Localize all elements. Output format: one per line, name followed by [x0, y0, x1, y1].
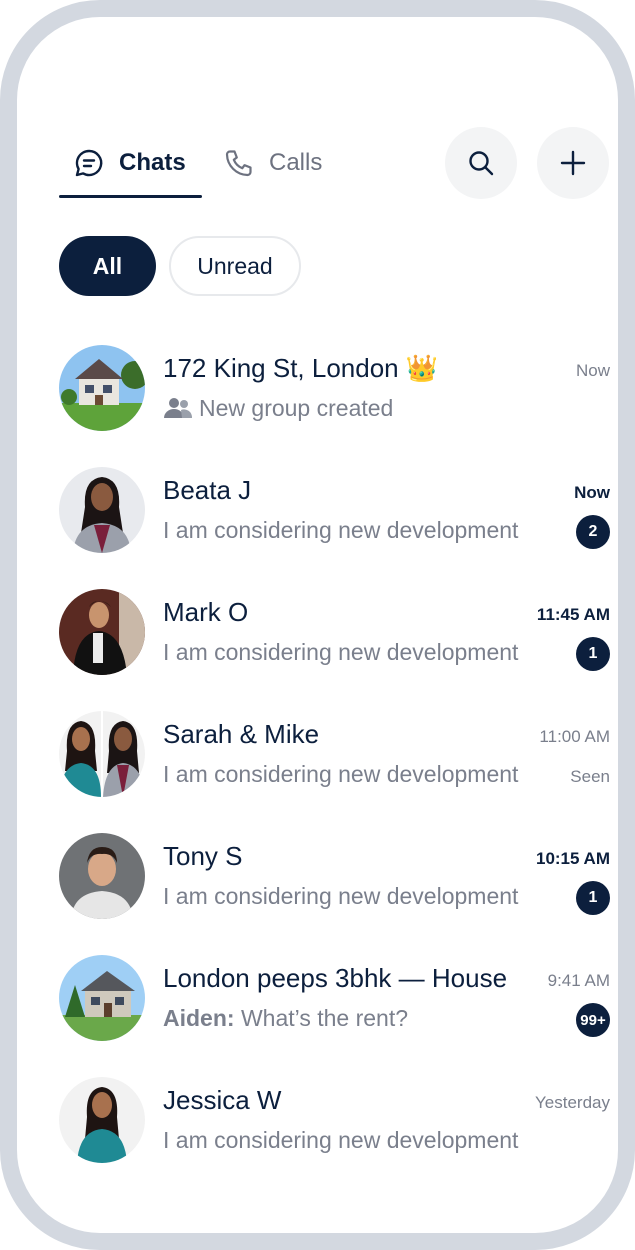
phone-icon	[223, 147, 255, 179]
tab-calls[interactable]: Calls	[223, 127, 322, 199]
chat-name: Tony S	[163, 841, 243, 871]
tab-calls-label: Calls	[269, 149, 323, 176]
crown-emoji: 👑	[405, 353, 439, 383]
avatar	[59, 955, 145, 1041]
chat-preview-text: What’s the rent?	[240, 1005, 409, 1031]
tab-chats[interactable]: Chats	[73, 127, 186, 199]
unread-badge: 99+	[576, 1003, 610, 1037]
chat-time: 11:45 AM	[536, 605, 610, 624]
plus-icon	[558, 148, 588, 178]
chat-time: Now	[574, 483, 610, 502]
chat-time: 10:15 AM	[535, 849, 610, 868]
chat-item-172-king-st[interactable]: 172 King St, London 👑 New group created …	[59, 345, 610, 435]
unread-badge: 1	[576, 881, 610, 915]
chat-name: Sarah & Mike	[163, 719, 320, 749]
tab-chats-label: Chats	[119, 149, 186, 176]
chat-time: 11:00 AM	[539, 727, 610, 746]
chat-name: Mark O	[163, 597, 249, 627]
search-button[interactable]	[445, 127, 517, 199]
chat-name: London peeps 3bhk — House	[163, 963, 508, 993]
chat-name-text: 172 King St, London	[163, 353, 399, 383]
chat-name: 172 King St, London 👑	[163, 353, 438, 384]
chat-item-mark-o[interactable]: Mark O I am considering new development …	[59, 589, 610, 679]
chat-preview-text: New group created	[199, 395, 394, 421]
chat-time: Yesterday	[535, 1093, 610, 1112]
chat-item-london-peeps[interactable]: London peeps 3bhk — House Aiden: What’s …	[59, 955, 610, 1045]
chat-name: Beata J	[163, 475, 252, 505]
avatar	[59, 589, 145, 675]
chat-bubble-icon	[73, 147, 105, 179]
chat-time: 9:41 AM	[547, 971, 610, 990]
new-chat-button[interactable]	[537, 127, 609, 199]
chat-time: Now	[575, 361, 610, 380]
seen-status: Seen	[570, 767, 610, 786]
avatar	[59, 833, 145, 919]
chat-item-beata-j[interactable]: Beata J I am considering new development…	[59, 467, 610, 557]
chat-item-sarah-mike[interactable]: Sarah & Mike I am considering new develo…	[59, 711, 610, 801]
chat-preview: New group created	[163, 395, 493, 425]
chat-name: Jessica W	[163, 1085, 282, 1115]
chat-item-jessica-w[interactable]: Jessica W I am considering new developme…	[59, 1077, 610, 1167]
chat-preview: I am considering new development	[163, 517, 519, 543]
filter-unread-button[interactable]: Unread	[169, 236, 301, 296]
avatar	[59, 345, 145, 431]
avatar	[59, 1077, 145, 1163]
preview-sender: Aiden:	[163, 1005, 235, 1031]
phone-frame: Chats Calls All Unread 172 King St, Lond…	[0, 0, 635, 1250]
avatar	[59, 467, 145, 553]
chat-preview: Aiden: What’s the rent?	[163, 1005, 553, 1032]
unread-badge: 1	[576, 637, 610, 671]
unread-badge: 2	[576, 515, 610, 549]
chat-preview: I am considering new development	[163, 639, 519, 665]
filter-all-button[interactable]: All	[59, 236, 156, 296]
active-tab-indicator	[59, 195, 202, 198]
avatar	[59, 711, 145, 797]
chat-item-tony-s[interactable]: Tony S I am considering new development …	[59, 833, 610, 923]
search-icon	[466, 148, 496, 178]
chat-preview: I am considering new development	[163, 1127, 519, 1153]
group-icon	[163, 397, 193, 425]
chat-preview: I am considering new development	[163, 761, 519, 787]
chat-preview: I am considering new development	[163, 883, 519, 909]
